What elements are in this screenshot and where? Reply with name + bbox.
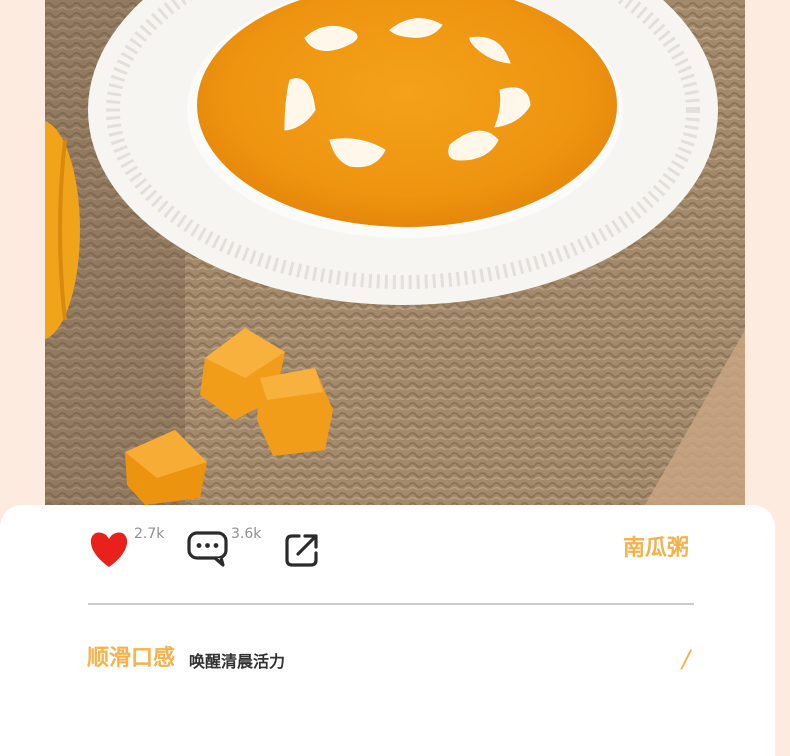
subline: 唤醒清晨活力 bbox=[189, 652, 286, 671]
comment-icon[interactable] bbox=[187, 530, 231, 568]
headline: 顺滑口感 bbox=[87, 646, 176, 671]
heart-icon[interactable] bbox=[88, 532, 130, 568]
divider bbox=[88, 603, 694, 605]
like-count: 2.7k bbox=[134, 526, 165, 542]
pumpkin-soup-image bbox=[45, 0, 745, 505]
dish-tag[interactable]: 南瓜粥 bbox=[623, 538, 689, 560]
slash-mark: / bbox=[682, 645, 691, 673]
share-icon[interactable] bbox=[284, 532, 320, 568]
post-photo[interactable] bbox=[45, 0, 745, 505]
comment-count: 3.6k bbox=[231, 526, 262, 542]
